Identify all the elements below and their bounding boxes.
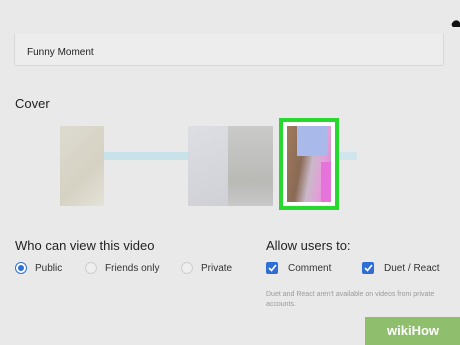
- check-icon: [363, 264, 373, 272]
- visibility-private-label: Private: [201, 262, 233, 274]
- watermark-text: wikiHow: [387, 323, 440, 338]
- cloud-icon: [451, 20, 460, 27]
- visibility-public-option[interactable]: Public: [15, 262, 62, 274]
- cover-thumbnail[interactable]: [60, 126, 104, 206]
- radio-unchecked[interactable]: [85, 262, 97, 274]
- duet-availability-note: Duet and React aren't available on video…: [266, 291, 435, 308]
- visibility-friends-option[interactable]: Friends only: [85, 262, 159, 274]
- allow-duet-option[interactable]: Duet / React: [362, 262, 440, 274]
- cover-thumbnail[interactable]: [228, 126, 273, 206]
- allow-comment-label: Comment: [288, 262, 332, 274]
- visibility-friends-label: Friends only: [105, 262, 160, 274]
- caption-input[interactable]: Funny Moment: [14, 34, 444, 66]
- radio-checked[interactable]: [15, 262, 27, 274]
- visibility-private-option[interactable]: Private: [181, 262, 232, 274]
- who-can-view-title: Who can view this video: [15, 238, 155, 253]
- watermark: wikiHow: [365, 317, 460, 345]
- caption-value: Funny Moment: [27, 47, 94, 58]
- cover-title: Cover: [15, 96, 50, 111]
- visibility-public-label: Public: [35, 262, 63, 274]
- checkbox-checked[interactable]: [362, 262, 374, 274]
- allow-duet-label: Duet / React: [384, 262, 440, 274]
- cover-timeline-bar: [104, 152, 190, 160]
- selected-cover-frame[interactable]: [279, 118, 339, 210]
- allow-users-title: Allow users to:: [266, 238, 351, 253]
- allow-comment-option[interactable]: Comment: [266, 262, 331, 274]
- radio-unchecked[interactable]: [181, 262, 193, 274]
- checkbox-checked[interactable]: [266, 262, 278, 274]
- check-icon: [267, 264, 277, 272]
- cover-thumbnail[interactable]: [188, 126, 228, 206]
